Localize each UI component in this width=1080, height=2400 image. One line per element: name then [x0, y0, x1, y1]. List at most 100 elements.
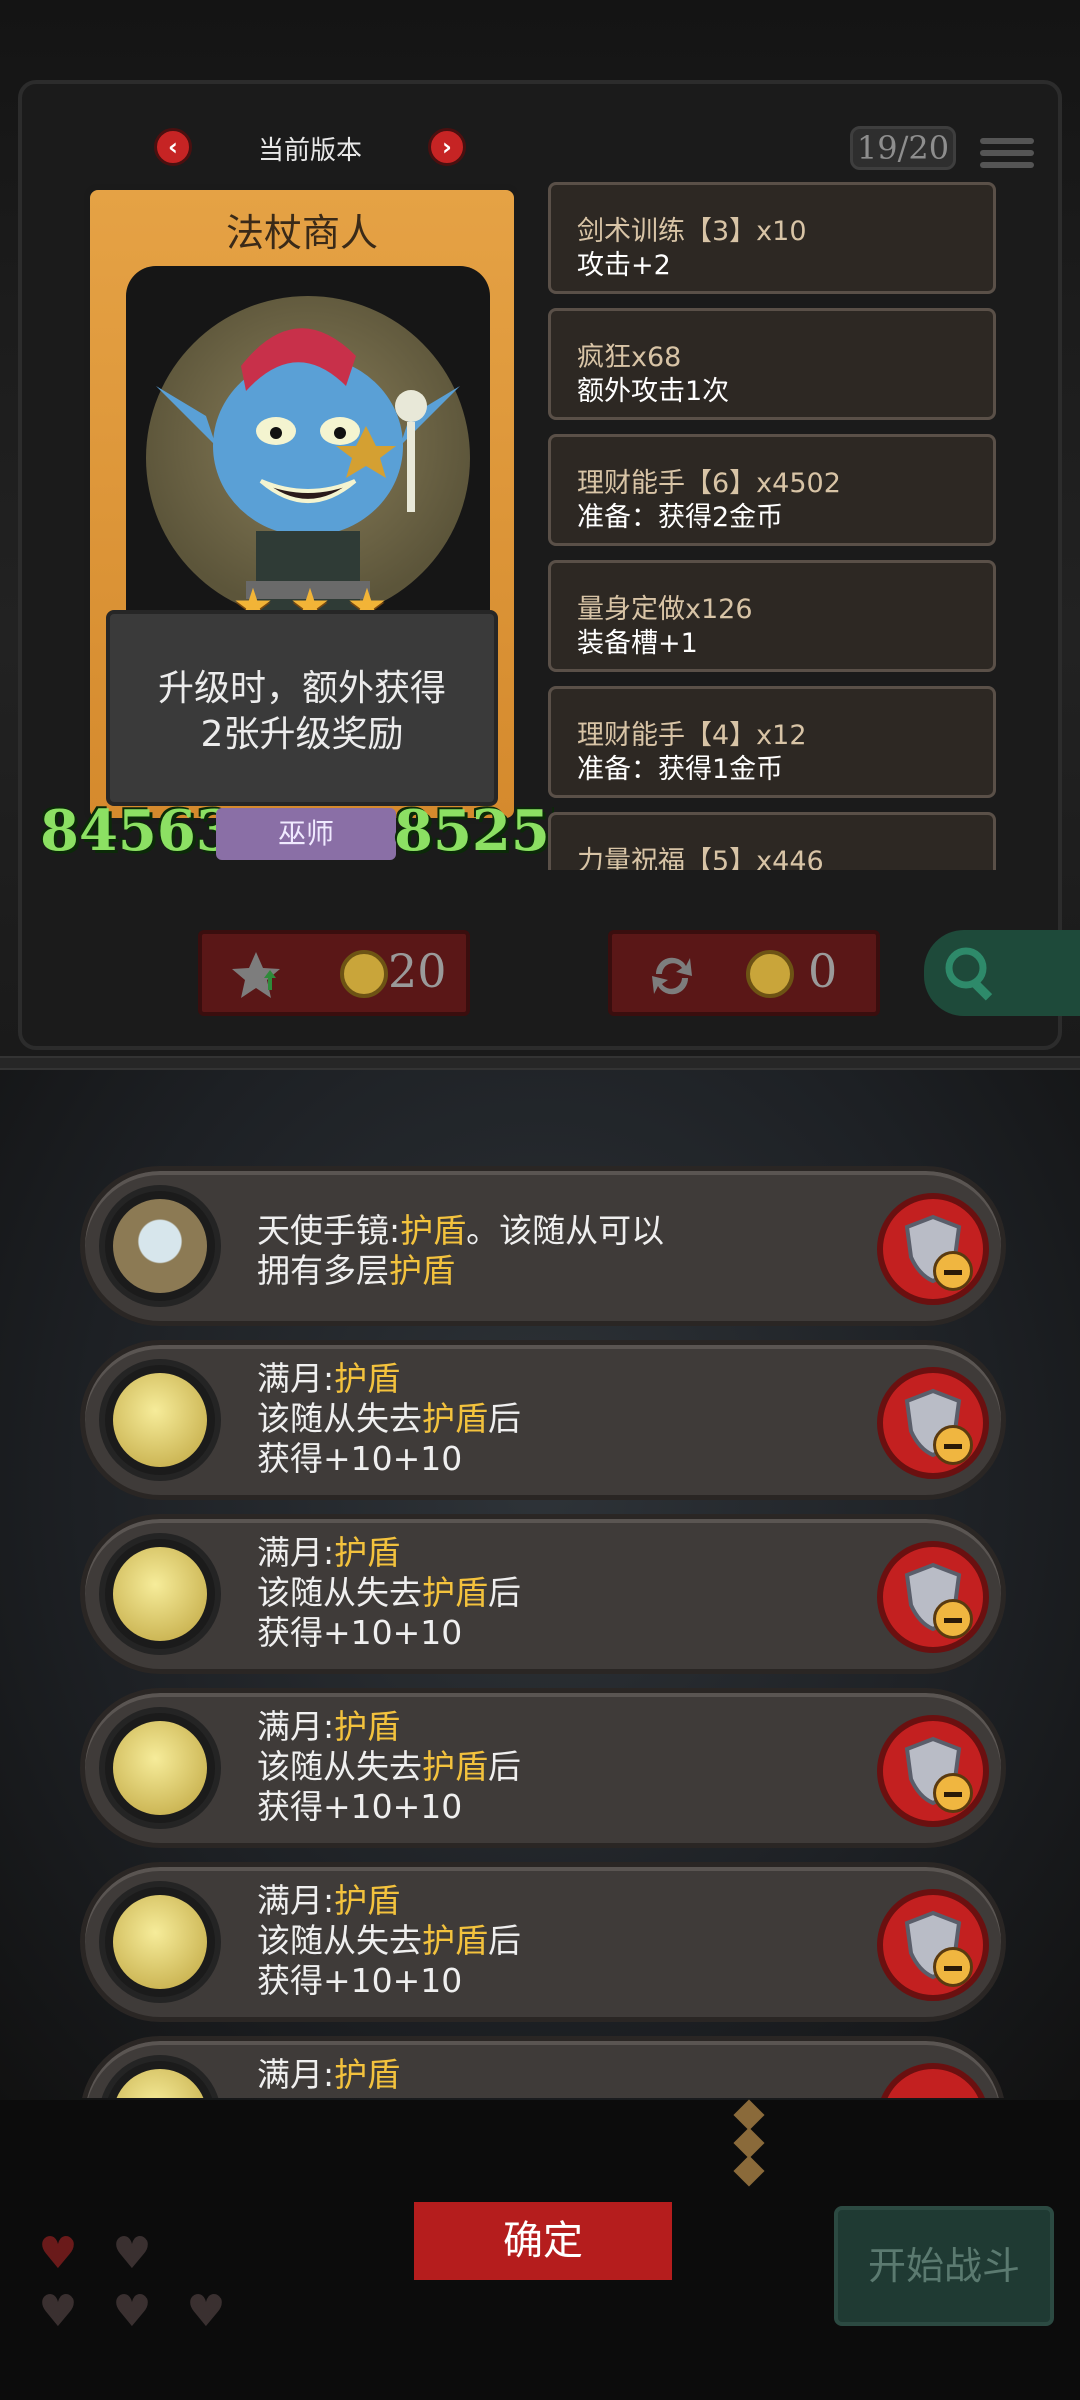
- effect-line: 天使手镜:护盾。该随从可以: [257, 1211, 664, 1251]
- full-moon-icon: [99, 2055, 221, 2098]
- shield-keyword: 护盾: [400, 1211, 467, 1250]
- refresh-button[interactable]: 0: [608, 930, 880, 1016]
- effect-line: 获得+10+10: [257, 1613, 463, 1652]
- remove-shield-button[interactable]: [877, 1715, 989, 1827]
- effect-line: 该随从失去护盾后: [257, 1747, 521, 1787]
- effect-text: 天使手镜:: [257, 1211, 401, 1250]
- effect-text: 满月:: [257, 1359, 335, 1398]
- effect-text: 满月:: [257, 1533, 335, 1572]
- effect-line: 该随从失去护盾后: [257, 1399, 521, 1439]
- mirror-icon: [99, 1185, 221, 1307]
- skill-item[interactable]: 理财能手【4】x12 准备：获得1金币: [548, 686, 996, 798]
- attack-value: 84563: [40, 798, 235, 864]
- shield-keyword: 护盾: [422, 1399, 488, 1438]
- start-battle-button[interactable]: 开始战斗: [834, 2206, 1054, 2326]
- card-description: 升级时，额外获得 2张升级奖励: [110, 666, 494, 758]
- effect-line: 获得+10+10: [257, 1439, 463, 1478]
- skill-item[interactable]: 疯狂x68 额外攻击1次: [548, 308, 996, 420]
- shield-keyword: 护盾: [422, 1747, 488, 1786]
- effect-line: 满月:护盾: [257, 1707, 400, 1747]
- coin-icon: [340, 950, 388, 998]
- effect-text: 该随从失去: [257, 1399, 422, 1438]
- search-button[interactable]: [924, 930, 1080, 1016]
- effect-text: 后: [488, 1921, 521, 1960]
- effect-text: 后: [488, 1573, 521, 1612]
- skill-item[interactable]: 剑术训练【3】x10 攻击+2: [548, 182, 996, 294]
- shield-keyword: 护盾: [422, 1921, 488, 1960]
- shield-keyword: 护盾: [334, 2055, 401, 2094]
- remove-shield-button[interactable]: [877, 1367, 989, 1479]
- full-moon-icon: [99, 1881, 221, 2003]
- effect-text: 。该随从可以: [466, 1211, 665, 1250]
- health-value: 85257: [394, 798, 554, 864]
- skill-effect: 准备：获得1金币: [577, 754, 784, 785]
- effect-item: 满月:护盾 该随从失去护盾后 获得+10+10: [80, 1514, 1006, 1674]
- skill-name: 力量祝福【5】x446: [577, 846, 824, 870]
- next-version-button[interactable]: ›: [428, 128, 466, 166]
- goblin-merchant-portrait: [146, 296, 470, 620]
- card-description-box: 升级时，额外获得 2张升级奖励: [106, 610, 498, 806]
- effect-text: 该随从失去: [257, 1921, 422, 1960]
- effect-item: 天使手镜:护盾。该随从可以 拥有多层护盾: [80, 1166, 1006, 1326]
- effect-text: 满月:: [257, 2055, 335, 2094]
- skill-item[interactable]: 量身定做x126 装备槽+1: [548, 560, 996, 672]
- confirm-button[interactable]: 确定: [414, 2202, 672, 2280]
- upgrade-button[interactable]: 20: [198, 930, 470, 1016]
- skill-item[interactable]: 理财能手【6】x4502 准备：获得2金币: [548, 434, 996, 546]
- minus-icon: [933, 1947, 973, 1987]
- minus-icon: [933, 1599, 973, 1639]
- minus-icon: [933, 1773, 973, 1813]
- coin-icon: [746, 950, 794, 998]
- shield-keyword: 护盾: [389, 1251, 455, 1290]
- skill-effect: 攻击+2: [577, 250, 671, 281]
- minus-icon: [933, 1425, 973, 1465]
- card-description-line1: 升级时，额外获得: [157, 668, 446, 709]
- skill-effect: 准备：获得2金币: [577, 502, 784, 533]
- effect-item: 满月:护盾 该随从失去护盾后 获得+10+10: [80, 1340, 1006, 1500]
- full-moon-icon: [99, 1707, 221, 1829]
- effect-item: 满月:护盾 该随从失去护盾后 获得+10+10: [80, 1688, 1006, 1848]
- remove-shield-button[interactable]: [877, 1193, 989, 1305]
- search-icon: [945, 947, 993, 1001]
- skill-item[interactable]: 力量祝福【5】x446: [548, 812, 996, 870]
- effect-text: 该随从失去: [257, 1573, 422, 1612]
- effect-list[interactable]: 天使手镜:护盾。该随从可以 拥有多层护盾 满月:护盾 该随从失去护盾后 获得+1…: [80, 1166, 1008, 2098]
- effect-text: 后: [488, 1747, 521, 1786]
- card-description-line2: 2张升级奖励: [200, 714, 404, 755]
- full-moon-icon: [99, 1533, 221, 1655]
- shield-keyword: 护盾: [334, 1881, 401, 1920]
- remove-shield-button[interactable]: [877, 1541, 989, 1653]
- effect-text: 后: [488, 1399, 521, 1438]
- skill-effect: 额外攻击1次: [577, 376, 730, 407]
- prev-version-button[interactable]: ‹: [154, 128, 192, 166]
- heart-icon: ♥: [38, 2286, 78, 2337]
- card-name: 法杖商人: [225, 211, 378, 255]
- full-moon-icon: [99, 1359, 221, 1481]
- heart-icon: ♥: [112, 2228, 152, 2279]
- effect-line: 获得+10+10: [257, 1787, 463, 1826]
- menu-icon[interactable]: [980, 138, 1034, 174]
- round-progress: 19/20: [850, 126, 956, 170]
- heart-icon: ♥: [38, 2228, 78, 2279]
- effect-text: 该随从失去: [257, 1747, 422, 1786]
- effect-item: 满月:护盾 该随从失去护盾后 获得+10+10: [80, 1862, 1006, 2022]
- version-label: 当前版本: [257, 136, 362, 166]
- effect-text: 拥有多层: [257, 1251, 389, 1290]
- effect-line: 满月:护盾: [257, 2055, 400, 2095]
- remove-shield-button[interactable]: [877, 2063, 989, 2098]
- remove-shield-button[interactable]: [877, 1889, 989, 2001]
- panel-divider: [0, 1056, 1080, 1070]
- effect-item: 满月:护盾: [80, 2036, 1006, 2098]
- shield-keyword: 护盾: [334, 1533, 401, 1572]
- refresh-cost: 0: [808, 944, 838, 998]
- effect-line: 满月:护盾: [257, 1533, 400, 1573]
- effect-line: 满月:护盾: [257, 1359, 400, 1399]
- effect-line: 满月:护盾: [257, 1881, 400, 1921]
- upgrade-star-icon: [232, 952, 280, 998]
- skill-list[interactable]: 剑术训练【3】x10 攻击+2 疯狂x68 额外攻击1次 理财能手【6】x450…: [548, 182, 998, 870]
- effect-text: 满月:: [257, 1707, 335, 1746]
- refresh-icon: [652, 957, 692, 995]
- heart-icon: ♥: [112, 2286, 152, 2337]
- shield-keyword: 护盾: [334, 1359, 401, 1398]
- heart-icon: ♥: [186, 2286, 226, 2337]
